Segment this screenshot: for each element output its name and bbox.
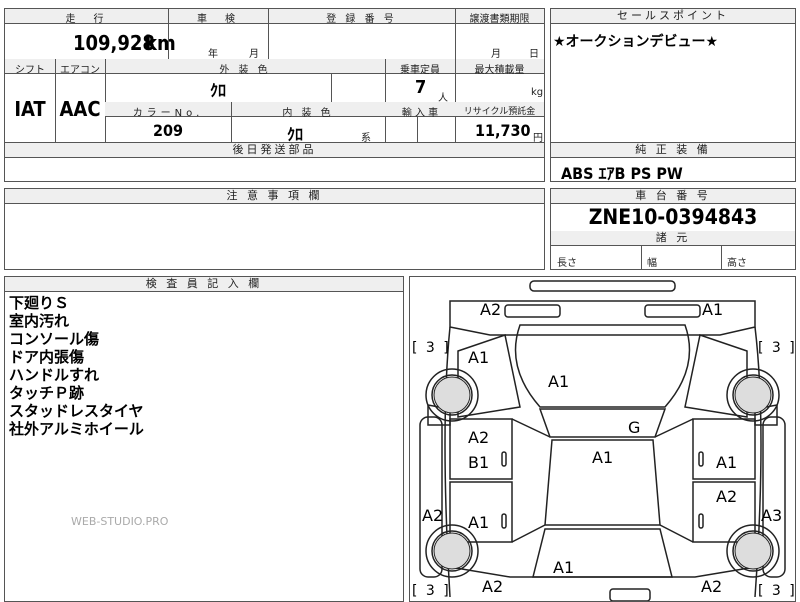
code-front-right: A1 [702, 300, 724, 319]
tire-fr-code: [ 3 ] [758, 340, 796, 356]
inspector-note: 室内汚れ [9, 312, 70, 330]
delivery-parts-box: 後日発送部品 [4, 142, 545, 182]
exterior-color-label: 外 装 色 [219, 65, 271, 76]
watermark: WEB-STUDIO.PRO [71, 515, 169, 528]
code-rear-glass: A1 [553, 558, 575, 577]
code-door-fl-2: B1 [468, 453, 490, 472]
chassis-value: ZNE10-0394843 [588, 205, 758, 229]
code-side-right: A3 [761, 506, 783, 525]
shift-value: IAT [14, 97, 46, 121]
inspector-note: 社外アルミホイール [9, 420, 144, 438]
odometer-value: 109,928 [73, 31, 155, 55]
shift-label: シフト [15, 65, 45, 76]
code-door-rl: A1 [468, 513, 490, 532]
inspector-note: ハンドルすれ [9, 366, 100, 384]
transfer-docs-label: 譲渡書類期限 [469, 14, 530, 25]
tire-fl-code: [ 3 ] [412, 340, 451, 356]
recycle-value: 11,730 [475, 121, 531, 140]
max-load-label: 最大積載量 [474, 65, 525, 76]
code-fender-fl: A1 [468, 348, 490, 367]
notes-label: 注 意 事 項 欄 [5, 189, 544, 204]
inspector-note: コンソール傷 [9, 330, 100, 348]
color-no-label: カラーNo. [132, 108, 204, 119]
registration-label: 登 録 番 号 [326, 14, 397, 25]
ac-label: エアコン [60, 65, 100, 76]
capacity-label: 乗車定員 [400, 65, 440, 76]
code-roof: A1 [592, 448, 614, 467]
ac-value: AAC [59, 97, 101, 121]
width-label: 幅 [647, 258, 657, 269]
car-diagram: A2 A1 [ 3 ] [ 3 ] A1 A1 G A2 B1 A1 A1 A2… [409, 276, 796, 602]
inspector-label: 検 査 員 記 入 欄 [5, 277, 403, 292]
genuine-equipment-value: ABS ｴｱB PS PW [561, 164, 683, 183]
max-load-unit: kg [531, 87, 544, 98]
inspector-note: 下廻りＳ [9, 294, 70, 312]
notes-box: 注 意 事 項 欄 [4, 188, 545, 270]
inspector-note: スタッドレスタイヤ [9, 402, 144, 420]
vehicle-info-table: 走 行 車 検 登 録 番 号 譲渡書類期限 109,928 km 年 月 月 … [4, 8, 545, 144]
height-label: 高さ [727, 258, 747, 269]
inspector-box: 検 査 員 記 入 欄 下廻りＳ 室内汚れ コンソール傷 ドア内張傷 ハンドルすれ タッチ… [4, 276, 404, 602]
genuine-equipment-label: 純 正 装 備 [551, 143, 795, 158]
code-side-left: A2 [422, 506, 444, 525]
code-rear-right: A2 [701, 577, 723, 596]
import-label: 輸 入 車 [401, 108, 439, 119]
inspector-notes-list: 下廻りＳ 室内汚れ コンソール傷 ドア内張傷 ハンドルすれ タッチＰ跡 スタッドレスタイヤ社… [9, 294, 144, 438]
recycle-label: リサイクル預託金 [463, 107, 536, 117]
sales-point-text: ★オークションデビュー★ [553, 34, 719, 50]
inspector-note: ドア内張傷 [9, 348, 85, 366]
transfer-month: 月 [491, 49, 501, 60]
genuine-equipment-box: 純 正 装 備 ABS ｴｱB PS PW [550, 142, 796, 183]
delivery-parts-label: 後日発送部品 [5, 143, 544, 158]
inspection-year: 年 [208, 49, 218, 60]
odometer-label: 走 行 [65, 14, 108, 25]
color-no-value: 209 [152, 121, 184, 140]
code-rear-left: A2 [482, 577, 504, 596]
inspection-label: 車 検 [197, 14, 239, 25]
code-door-fl-1: A2 [468, 428, 490, 447]
capacity-value: 7 [415, 77, 427, 98]
code-front-left: A2 [480, 300, 502, 319]
inspector-note: タッチＰ跡 [9, 384, 85, 402]
length-label: 長さ [557, 258, 577, 269]
code-door-rr: A2 [716, 487, 738, 506]
sales-point-box: セールスポイント ★オークションデビュー★ [550, 8, 796, 143]
code-windshield: G [628, 418, 641, 437]
sales-point-label: セールスポイント [551, 9, 795, 24]
inspection-month: 月 [249, 49, 259, 60]
interior-color-label: 内 装 色 [282, 108, 334, 119]
transfer-day: 日 [529, 49, 539, 60]
code-hood: A1 [548, 372, 570, 391]
chassis-label: 車 台 番 号 [551, 189, 795, 204]
dimensions-label: 諸 元 [551, 231, 795, 246]
exterior-color-value: ｸﾛ [209, 81, 226, 100]
odometer-unit: km [145, 31, 176, 55]
tire-rr-code: [ 3 ] [758, 583, 796, 599]
chassis-box: 車 台 番 号 ZNE10-0394843 諸 元 長さ 幅 高さ [550, 188, 796, 270]
tire-rl-code: [ 3 ] [412, 583, 451, 599]
code-door-fr: A1 [716, 453, 738, 472]
